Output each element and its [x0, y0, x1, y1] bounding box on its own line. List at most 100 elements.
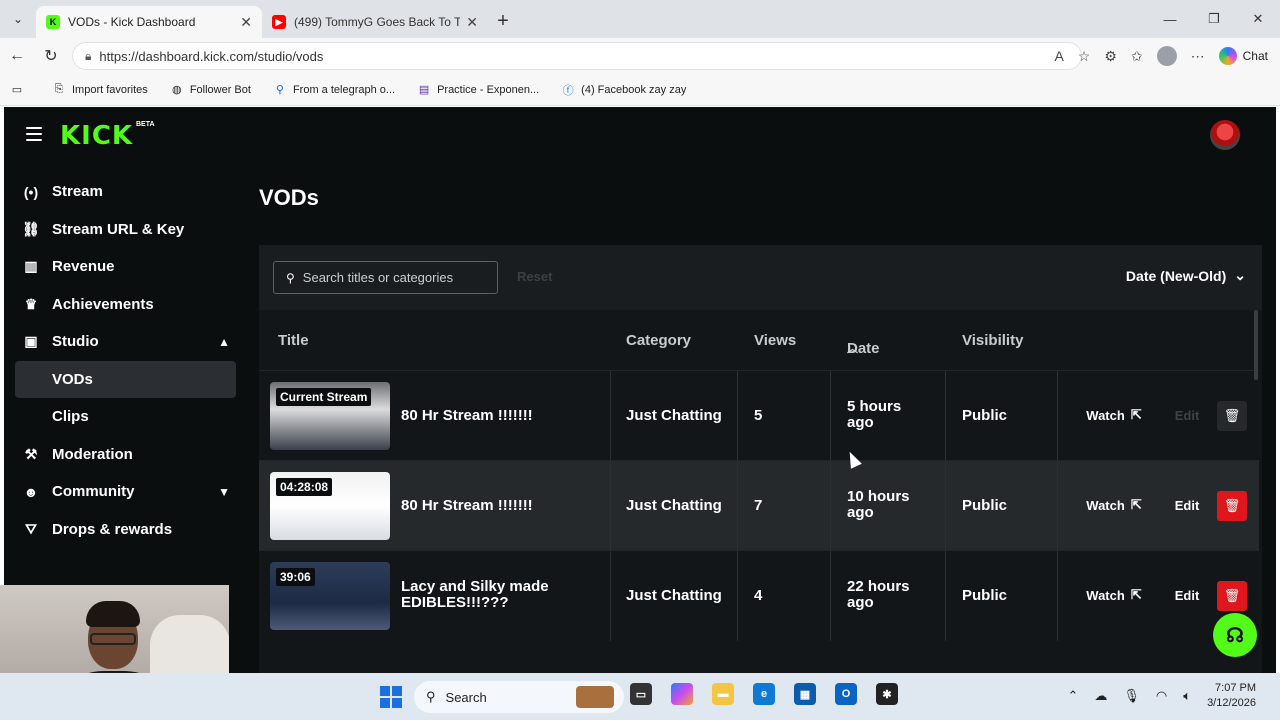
cloud-icon[interactable]: ☁: [1094, 688, 1107, 704]
sidebar-item-studio[interactable]: ▣ Studio ▲: [4, 323, 244, 361]
sidebar-item-community[interactable]: ☻ Community ▼: [4, 473, 244, 511]
header-title[interactable]: Title: [278, 332, 309, 349]
facebook-icon: ⓕ: [562, 84, 574, 97]
bookmark-item[interactable]: ▤ Practice - Exponen...: [417, 83, 539, 97]
taskbar-search[interactable]: ⚲ Search: [414, 681, 624, 713]
close-tab-icon[interactable]: ✕: [240, 14, 252, 31]
sidebar-item-stream[interactable]: (•) Stream: [4, 173, 244, 211]
watch-label: Watch: [1086, 407, 1125, 423]
windows-start-icon[interactable]: [380, 686, 402, 708]
vod-thumbnail[interactable]: 39:06: [270, 562, 390, 630]
sort-label: Date (New-Old): [1125, 267, 1227, 284]
sidebar-item-label: Achievements: [52, 295, 154, 313]
volume-icon[interactable]: 🔈︎: [1183, 688, 1191, 704]
vod-title[interactable]: 80 Hr Stream !!!!!!!: [401, 497, 533, 514]
microphone-icon[interactable]: 🎙︎: [1123, 688, 1140, 704]
bookmark-item[interactable]: ⚲ From a telegraph o...: [273, 83, 395, 97]
bookmark-toggle[interactable]: ▭: [10, 83, 30, 97]
windows-taskbar: ⚲ Search ▭ ▬ e ▦ O ✱ ⌃ ☁ 🎙︎ ◠ 🔈︎ 7:07 PM…: [0, 673, 1280, 720]
task-view-icon[interactable]: ▭: [630, 683, 652, 705]
vod-thumbnail[interactable]: Current Stream: [270, 382, 390, 450]
bookmarks-bar: ▭ ⎘ Import favorites ◍ Follower Bot ⚲ From …: [0, 74, 1280, 106]
edit-button[interactable]: Edit: [1169, 401, 1205, 429]
film-icon: ▣: [24, 333, 38, 350]
back-arrow-icon[interactable]: ←: [0, 39, 34, 73]
bookmark-item[interactable]: ⓕ (4) Facebook zay zay: [561, 83, 687, 97]
more-menu-icon[interactable]: ⋯: [1191, 48, 1205, 65]
table-scrollbar[interactable]: [1254, 310, 1258, 380]
bookmark-item[interactable]: ⎘ Import favorites: [52, 83, 148, 97]
file-explorer-icon[interactable]: ▬: [712, 683, 734, 705]
tab-list-chevron-icon[interactable]: ⌄: [0, 0, 36, 38]
search-input[interactable]: [302, 270, 483, 285]
sidebar-item-achievements[interactable]: ♛ Achievements: [4, 286, 244, 324]
maximize-icon[interactable]: ❐: [1192, 0, 1236, 38]
bookmark-item[interactable]: ◍ Follower Bot: [170, 83, 251, 97]
sidebar-item-revenue[interactable]: ▥ Revenue: [4, 248, 244, 286]
sidebar-item-drops-rewards[interactable]: ⛛ Drops & rewards: [4, 511, 244, 549]
kick-logo[interactable]: KICK: [60, 121, 133, 151]
refresh-icon[interactable]: ↻: [34, 39, 68, 73]
sidebar-item-vods[interactable]: VODs: [15, 360, 236, 398]
app-icon[interactable]: ✱: [876, 683, 898, 705]
extensions-icon[interactable]: ⚙: [1104, 48, 1117, 65]
book-icon: ▤: [418, 84, 430, 96]
sidebar-item-label: Community: [52, 483, 135, 501]
copilot-chat-button[interactable]: Chat: [1218, 47, 1268, 65]
vods-toolbar: ⚲ Reset Date (New-Old) ⌄: [259, 245, 1262, 310]
tab-kick-dashboard[interactable]: K VODs - Kick Dashboard ✕: [36, 6, 262, 38]
header-category[interactable]: Category: [626, 332, 691, 349]
delete-button[interactable]: 🗑︎: [1217, 581, 1247, 611]
lock-icon: 🔒︎: [85, 48, 92, 63]
header-views[interactable]: Views: [754, 332, 796, 349]
close-window-icon[interactable]: ✕: [1236, 0, 1280, 38]
store-icon[interactable]: ▦: [794, 683, 816, 705]
user-avatar[interactable]: [1210, 120, 1240, 150]
column-divider: [610, 371, 611, 461]
close-tab-icon[interactable]: ✕: [466, 14, 478, 31]
edit-button[interactable]: Edit: [1169, 581, 1205, 609]
vod-visibility: Public: [962, 497, 1008, 514]
copilot-icon[interactable]: [671, 683, 693, 705]
reset-button[interactable]: Reset: [517, 269, 552, 284]
watch-button[interactable]: Watch ⇱: [1073, 581, 1155, 609]
sidebar-item-stream-url-key[interactable]: ⛓ Stream URL & Key: [4, 211, 244, 249]
vod-title[interactable]: 80 Hr Stream !!!!!!!: [401, 407, 533, 424]
vods-panel: ⚲ Reset Date (New-Old) ⌄ Title Category V…: [259, 245, 1262, 673]
hamburger-menu-icon[interactable]: [26, 127, 42, 141]
header-visibility[interactable]: Visibility: [962, 332, 1023, 349]
delete-button[interactable]: 🗑︎: [1217, 491, 1247, 521]
chat-label: Chat: [1242, 49, 1268, 63]
tab-youtube[interactable]: ▶ (499) TommyG Goes Back To The D ✕: [262, 6, 488, 38]
sidebar-item-clips[interactable]: Clips: [4, 398, 244, 436]
system-tray: ⌃ ☁ 🎙︎ ◠ 🔈︎ 7:07 PM 3/12/2026: [1067, 681, 1256, 711]
vod-thumbnail[interactable]: 04:28:08: [270, 472, 390, 540]
chevron-up-icon[interactable]: ⌃: [1067, 688, 1078, 704]
edge-browser-icon[interactable]: e: [753, 683, 775, 705]
minimize-icon[interactable]: —: [1148, 0, 1192, 38]
watch-button[interactable]: Watch ⇱: [1073, 491, 1155, 519]
bookmark-label: From a telegraph o...: [292, 83, 396, 96]
sidebar-item-label: Clips: [52, 408, 89, 426]
sidebar-item-moderation[interactable]: ⚒ Moderation: [4, 436, 244, 474]
column-divider: [737, 371, 738, 461]
clock[interactable]: 7:07 PM 3/12/2026: [1207, 681, 1256, 711]
watch-button[interactable]: Watch ⇱: [1073, 401, 1155, 429]
taskbar-search-label: Search: [445, 689, 487, 705]
read-aloud-icon[interactable]: A: [1054, 48, 1063, 64]
sort-dropdown[interactable]: Date (New-Old) ⌄: [1126, 267, 1246, 284]
url-field[interactable]: 🔒︎ https://dashboard.kick.com/studio/vod…: [72, 42, 1082, 70]
profile-avatar[interactable]: [1156, 46, 1177, 66]
search-box[interactable]: ⚲: [273, 261, 498, 294]
column-divider: [945, 371, 946, 461]
watch-label: Watch: [1086, 497, 1125, 513]
favorite-star-icon[interactable]: ☆: [1078, 48, 1091, 65]
delete-button[interactable]: 🗑︎: [1217, 401, 1247, 431]
favorites-icon[interactable]: ✩: [1131, 48, 1143, 65]
wifi-icon[interactable]: ◠: [1156, 688, 1167, 704]
new-tab-plus-icon[interactable]: +: [488, 6, 518, 36]
outlook-icon[interactable]: O: [835, 683, 857, 705]
support-chat-button[interactable]: ☊: [1213, 613, 1257, 657]
vod-title[interactable]: Lacy and Silky made EDIBLES!!!???: [401, 579, 591, 611]
edit-button[interactable]: Edit: [1169, 491, 1205, 519]
